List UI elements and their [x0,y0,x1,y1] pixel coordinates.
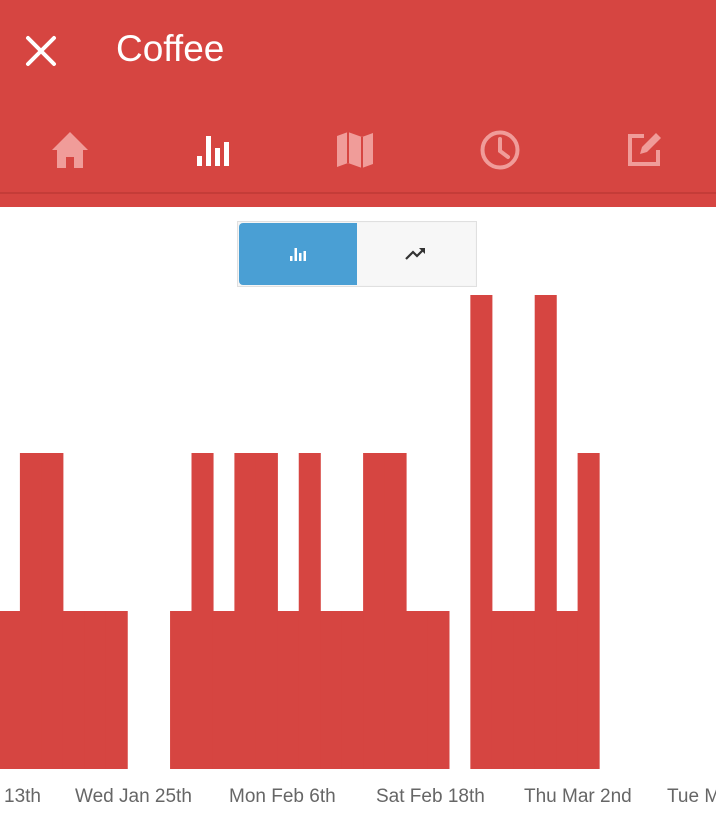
chart-bar [534,295,557,769]
trend-view-button[interactable] [357,223,475,285]
edit-icon [628,133,661,166]
x-tick-label: 13th [4,786,41,807]
x-tick-label: Tue Mar [667,786,716,807]
chart-bar [384,453,407,769]
chart-bar [105,611,128,769]
chart-bar [363,453,386,769]
chart-bar [212,611,235,769]
chart-bar [19,453,42,769]
chart-bar [406,611,429,769]
x-tick-labels: 13th Wed Jan 25th Mon Feb 6th Sat Feb 18… [4,786,716,807]
tab-chart[interactable] [183,124,243,176]
tab-map[interactable] [325,124,385,176]
home-icon [52,132,88,168]
chart-bar [513,611,536,769]
bar-view-button[interactable] [239,223,357,285]
tab-home[interactable] [40,124,100,176]
x-tick-label: Sat Feb 18th [376,786,485,807]
app-header: Coffee [0,0,716,207]
header-divider [0,192,716,194]
chart-bar [170,611,193,769]
chart-bar [427,611,450,769]
bar-chart-icon [197,136,229,166]
chart-bar [556,611,579,769]
close-button[interactable] [22,32,60,70]
chart-type-toggle [237,221,477,287]
chart-bar [577,453,600,769]
app: 13th Wed Jan 25th Mon Feb 6th Sat Feb 18… [0,0,716,818]
chart-bar [470,295,493,769]
chart-bar [491,611,514,769]
bars-layer [0,295,600,769]
trending-up-icon [405,248,425,260]
chart-bar [341,611,364,769]
x-tick-label: Thu Mar 2nd [524,786,632,807]
x-tick-label: Mon Feb 6th [229,786,336,807]
tab-edit[interactable] [614,124,674,176]
bar-chart-icon [290,248,306,261]
chart-bar [0,611,21,769]
close-icon [26,36,56,66]
chart-bar [277,611,300,769]
clock-icon [480,130,520,170]
chart-bar [62,611,85,769]
chart-bar [298,453,321,769]
chart-bar [84,611,107,769]
page-title: Coffee [116,28,225,69]
x-tick-label: Wed Jan 25th [75,786,192,807]
map-icon [337,132,373,168]
tab-history[interactable] [470,124,530,176]
chart-bar [41,453,64,769]
chart-bar [234,453,257,769]
chart-bar [320,611,343,769]
chart-bar [255,453,278,769]
chart-bar [191,453,214,769]
